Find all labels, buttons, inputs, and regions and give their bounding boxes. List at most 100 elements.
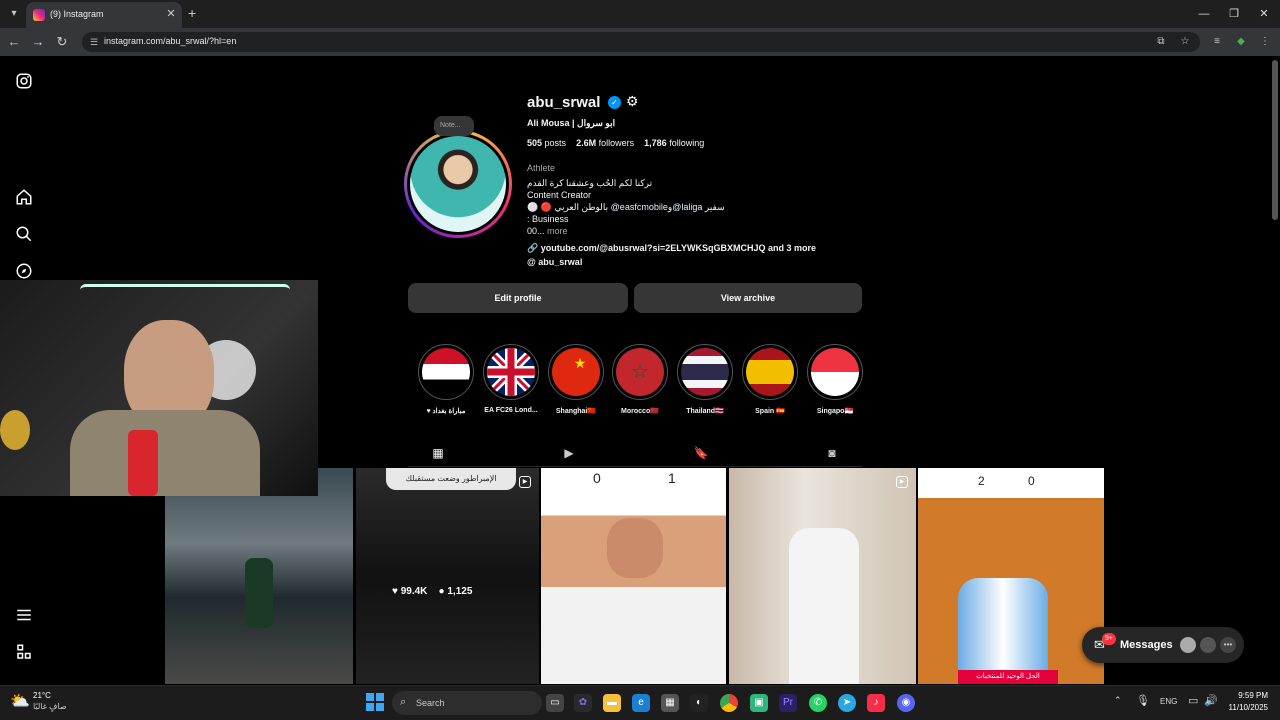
profile-link[interactable]: 🔗 youtube.com/@abusrwal?si=2ELYWKSqGBXMC…	[527, 243, 816, 254]
profile-link-text[interactable]: youtube.com/@abusrwal?si=2ELYWKSqGBXMCHJ…	[541, 243, 816, 253]
close-icon[interactable]: ✕	[164, 6, 178, 22]
app-icon[interactable]: ◐	[690, 694, 708, 712]
weather-desc[interactable]: صافٍ غالبًا	[33, 702, 67, 711]
chevron-up-icon[interactable]: ⌃	[1114, 695, 1122, 706]
highlight-item[interactable]: ☆ Morocco🇲🇦	[610, 344, 670, 415]
windows-start-icon[interactable]	[366, 693, 384, 711]
address-bar[interactable]: ☰ instagram.com/abu_srwal/?hl=en ⧉ ☆	[82, 32, 1200, 52]
post-thumbnail[interactable]: ▶	[729, 468, 916, 684]
reel-icon: ▶	[1084, 476, 1096, 488]
close-window-icon[interactable]: ✕	[1254, 6, 1274, 22]
browser-tab[interactable]: (9) Instagram ✕	[26, 2, 182, 28]
weather-icon[interactable]: ⛅	[10, 691, 30, 711]
search-icon[interactable]	[14, 225, 34, 245]
bio-link-easfc[interactable]: @easfcmobile	[611, 202, 668, 212]
following-count[interactable]: 1,786	[644, 138, 667, 148]
bio-flags-icon: ⚪ 🔴	[527, 202, 552, 212]
posts-label: posts	[544, 138, 567, 148]
home-icon[interactable]	[14, 188, 34, 208]
weather-temp[interactable]: 21°C	[33, 691, 51, 700]
bio-line: ⚪ 🔴 بالوطن العربي @easfcmobileو@laliga س…	[527, 202, 725, 213]
highlight-item[interactable]: Singapo🇸🇬	[805, 344, 865, 415]
note-bubble[interactable]: Note...	[434, 116, 474, 136]
scrollbar[interactable]	[1272, 60, 1278, 220]
heart-icon: ♥	[392, 586, 398, 597]
extension-icon[interactable]: ◆	[1234, 35, 1248, 49]
meta-apps-icon[interactable]	[14, 643, 34, 663]
tab-search-icon[interactable]: ≡	[1210, 35, 1224, 49]
task-view-icon[interactable]: ▭	[546, 694, 564, 712]
whatsapp-icon[interactable]: ✆	[809, 694, 827, 712]
instagram-logo-icon[interactable]	[14, 72, 34, 92]
likes-count: 99.4K	[400, 586, 428, 597]
bio-text: سفير	[704, 202, 725, 212]
instagram-favicon	[33, 9, 45, 21]
taskbar-search[interactable]: ⌕ Search	[392, 691, 542, 715]
threads-handle[interactable]: abu_srwal	[538, 257, 582, 267]
saved-icon[interactable]: 🔖	[693, 445, 709, 461]
reels-icon[interactable]: ▶	[561, 445, 577, 461]
url-text[interactable]: instagram.com/abu_srwal/?hl=en	[104, 36, 236, 46]
edge-icon[interactable]: e	[632, 694, 650, 712]
morocco-flag-icon: ☆	[616, 348, 664, 396]
music-icon[interactable]: ♪	[867, 694, 885, 712]
reload-icon[interactable]: ↻	[54, 34, 70, 50]
person-face	[607, 518, 663, 578]
followers-label[interactable]: followers	[599, 138, 635, 148]
post-thumbnail[interactable]: الإمبراطور وضعت مستقبلك ▶ ♥ 99.4K ● 1,12…	[356, 468, 539, 684]
clock-date[interactable]: 11/10/2025	[1222, 703, 1268, 712]
following-label[interactable]: following	[669, 138, 704, 148]
post-thumbnail[interactable]: 0 1	[541, 468, 726, 684]
chrome-icon[interactable]	[720, 694, 738, 712]
file-explorer-icon[interactable]: ▬	[603, 694, 621, 712]
profile-avatar[interactable]	[404, 130, 512, 238]
post-thumbnail[interactable]: 2 0 ▶ الحل الوحيد للمنتخبات	[918, 468, 1104, 684]
led-strip	[80, 284, 290, 296]
messages-button[interactable]: ✉ 9+ Messages •••	[1082, 627, 1244, 663]
premiere-icon[interactable]: Pr	[779, 694, 797, 712]
install-icon[interactable]: ⧉	[1154, 36, 1168, 48]
highlight-item[interactable]: EA FC26 Lond...	[481, 344, 541, 414]
bio-link-laliga[interactable]: @laliga	[672, 202, 702, 212]
explore-icon[interactable]	[14, 262, 34, 282]
highlight-item[interactable]: Thailand🇹🇭	[675, 344, 735, 415]
star-icon[interactable]: ☆	[1178, 36, 1192, 48]
webcam-overlay	[0, 280, 318, 496]
more-link[interactable]: more	[547, 226, 568, 236]
gear-icon[interactable]: ⚙	[626, 94, 640, 108]
view-archive-button[interactable]: View archive	[634, 283, 862, 313]
highlight-item[interactable]: Spain 🇪🇸	[740, 344, 800, 415]
menu-icon[interactable]: ⋮	[1258, 35, 1272, 49]
tab-title: (9) Instagram	[50, 9, 104, 19]
more-icon: •••	[1220, 637, 1236, 653]
microphone-icon[interactable]: 🎙	[1136, 694, 1150, 707]
language-indicator[interactable]: ENG	[1160, 697, 1177, 706]
store-icon[interactable]: ▦	[661, 694, 679, 712]
followers-count[interactable]: 2.6M	[576, 138, 596, 148]
maximize-icon[interactable]: ❐	[1224, 6, 1244, 22]
back-icon[interactable]: ←	[6, 34, 22, 50]
highlight-item[interactable]: ★ Shanghai🇨🇳	[546, 344, 606, 415]
minimize-icon[interactable]: —	[1194, 6, 1214, 22]
app-icon[interactable]: ▣	[750, 694, 768, 712]
site-info-icon[interactable]: ☰	[88, 36, 100, 48]
player-figure	[245, 558, 273, 628]
copilot-icon[interactable]: ✿	[574, 694, 592, 712]
highlight-item[interactable]: ♥ مباراة بغداد	[416, 344, 476, 415]
telegram-icon[interactable]: ➤	[838, 694, 856, 712]
chevron-down-icon[interactable]: ▾	[6, 6, 22, 22]
discord-icon[interactable]: ◉	[897, 694, 915, 712]
monitor-icon[interactable]: ▭	[1188, 694, 1198, 707]
grid-icon[interactable]: ▦	[430, 445, 446, 461]
thailand-flag-icon	[681, 348, 729, 396]
volume-icon[interactable]: 🔊	[1204, 694, 1218, 707]
edit-profile-button[interactable]: Edit profile	[408, 283, 628, 313]
post-thumbnail[interactable]	[165, 468, 353, 684]
clock-time[interactable]: 9:59 PM	[1230, 691, 1268, 700]
profile-full-name: Ali Mousa | ابو سروال	[527, 118, 616, 128]
threads-link[interactable]: @ abu_srwal	[527, 257, 582, 267]
tagged-icon[interactable]: ◙	[824, 445, 840, 461]
plus-icon[interactable]: +	[188, 5, 196, 21]
forward-icon[interactable]: →	[30, 34, 46, 50]
menu-icon[interactable]	[14, 606, 34, 626]
